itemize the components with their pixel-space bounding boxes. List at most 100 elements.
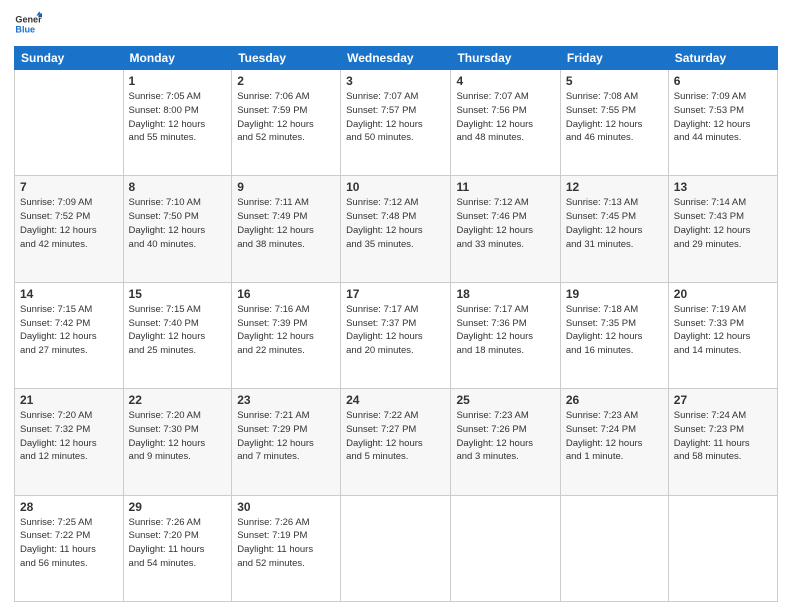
day-number: 26: [566, 393, 663, 407]
day-number: 7: [20, 180, 118, 194]
calendar: SundayMondayTuesdayWednesdayThursdayFrid…: [14, 46, 778, 602]
day-number: 5: [566, 74, 663, 88]
day-info: Sunrise: 7:07 AM Sunset: 7:56 PM Dayligh…: [456, 90, 554, 145]
calendar-cell: 12 Sunrise: 7:13 AM Sunset: 7:45 PM Dayli…: [560, 176, 668, 282]
day-number: 6: [674, 74, 772, 88]
day-number: 1: [129, 74, 227, 88]
day-number: 12: [566, 180, 663, 194]
calendar-cell: 22Sunrise: 7:20 AM Sunset: 7:30 PM Dayli…: [123, 389, 232, 495]
day-info: Sunrise: 7:22 AM Sunset: 7:27 PM Dayligh…: [346, 409, 445, 464]
calendar-week-5: 28 Sunrise: 7:25 AM Sunset: 7:22 PM Dayli…: [15, 495, 778, 601]
day-info: Sunrise: 7:19 AM Sunset: 7:33 PM Dayligh…: [674, 303, 772, 358]
day-info: Sunrise: 7:05 AM Sunset: 8:00 PM Dayligh…: [129, 90, 227, 145]
calendar-cell: 13 Sunrise: 7:14 AM Sunset: 7:43 PM Dayli…: [668, 176, 777, 282]
day-number: 23: [237, 393, 335, 407]
day-number: 21: [20, 393, 118, 407]
calendar-cell: 14Sunrise: 7:15 AM Sunset: 7:42 PM Dayli…: [15, 282, 124, 388]
day-info: Sunrise: 7:24 AM Sunset: 7:23 PM Dayligh…: [674, 409, 772, 464]
calendar-cell: [341, 495, 451, 601]
calendar-cell: 27Sunrise: 7:24 AM Sunset: 7:23 PM Dayli…: [668, 389, 777, 495]
day-number: 3: [346, 74, 445, 88]
day-info: Sunrise: 7:13 AM Sunset: 7:45 PM Dayligh…: [566, 196, 663, 251]
day-info: Sunrise: 7:26 AM Sunset: 7:20 PM Dayligh…: [129, 516, 227, 571]
day-number: 15: [129, 287, 227, 301]
calendar-cell: 9 Sunrise: 7:11 AM Sunset: 7:49 PM Daylig…: [232, 176, 341, 282]
day-number: 24: [346, 393, 445, 407]
day-info: Sunrise: 7:11 AM Sunset: 7:49 PM Dayligh…: [237, 196, 335, 251]
weekday-header-monday: Monday: [123, 47, 232, 70]
calendar-cell: 2Sunrise: 7:06 AM Sunset: 7:59 PM Daylig…: [232, 70, 341, 176]
day-info: Sunrise: 7:12 AM Sunset: 7:48 PM Dayligh…: [346, 196, 445, 251]
day-number: 29: [129, 500, 227, 514]
day-number: 25: [456, 393, 554, 407]
calendar-cell: 23 Sunrise: 7:21 AM Sunset: 7:29 PM Dayli…: [232, 389, 341, 495]
calendar-week-2: 7 Sunrise: 7:09 AM Sunset: 7:52 PM Daylig…: [15, 176, 778, 282]
day-info: Sunrise: 7:14 AM Sunset: 7:43 PM Dayligh…: [674, 196, 772, 251]
calendar-cell: 10 Sunrise: 7:12 AM Sunset: 7:48 PM Dayli…: [341, 176, 451, 282]
day-number: 19: [566, 287, 663, 301]
calendar-cell: 15 Sunrise: 7:15 AM Sunset: 7:40 PM Dayli…: [123, 282, 232, 388]
page: General Blue SundayMondayTuesdayWednesda…: [0, 0, 792, 612]
calendar-cell: 1 Sunrise: 7:05 AM Sunset: 8:00 PM Daylig…: [123, 70, 232, 176]
calendar-cell: 5 Sunrise: 7:08 AM Sunset: 7:55 PM Daylig…: [560, 70, 668, 176]
day-number: 18: [456, 287, 554, 301]
calendar-cell: 24 Sunrise: 7:22 AM Sunset: 7:27 PM Dayli…: [341, 389, 451, 495]
day-info: Sunrise: 7:20 AM Sunset: 7:32 PM Dayligh…: [20, 409, 118, 464]
calendar-week-1: 1 Sunrise: 7:05 AM Sunset: 8:00 PM Daylig…: [15, 70, 778, 176]
calendar-week-4: 21 Sunrise: 7:20 AM Sunset: 7:32 PM Dayli…: [15, 389, 778, 495]
calendar-cell: 16 Sunrise: 7:16 AM Sunset: 7:39 PM Dayli…: [232, 282, 341, 388]
day-info: Sunrise: 7:25 AM Sunset: 7:22 PM Dayligh…: [20, 516, 118, 571]
calendar-cell: [451, 495, 560, 601]
day-info: Sunrise: 7:15 AM Sunset: 7:40 PM Dayligh…: [129, 303, 227, 358]
header: General Blue: [14, 10, 778, 38]
day-info: Sunrise: 7:26 AM Sunset: 7:19 PM Dayligh…: [237, 516, 335, 571]
day-info: Sunrise: 7:09 AM Sunset: 7:53 PM Dayligh…: [674, 90, 772, 145]
calendar-cell: [560, 495, 668, 601]
day-number: 28: [20, 500, 118, 514]
calendar-cell: 7 Sunrise: 7:09 AM Sunset: 7:52 PM Daylig…: [15, 176, 124, 282]
day-info: Sunrise: 7:23 AM Sunset: 7:26 PM Dayligh…: [456, 409, 554, 464]
day-number: 8: [129, 180, 227, 194]
day-number: 9: [237, 180, 335, 194]
calendar-week-3: 14Sunrise: 7:15 AM Sunset: 7:42 PM Dayli…: [15, 282, 778, 388]
day-number: 17: [346, 287, 445, 301]
day-info: Sunrise: 7:10 AM Sunset: 7:50 PM Dayligh…: [129, 196, 227, 251]
calendar-cell: 20 Sunrise: 7:19 AM Sunset: 7:33 PM Dayli…: [668, 282, 777, 388]
weekday-header-sunday: Sunday: [15, 47, 124, 70]
calendar-cell: 11 Sunrise: 7:12 AM Sunset: 7:46 PM Dayli…: [451, 176, 560, 282]
day-number: 10: [346, 180, 445, 194]
day-info: Sunrise: 7:16 AM Sunset: 7:39 PM Dayligh…: [237, 303, 335, 358]
logo-icon: General Blue: [14, 10, 42, 38]
day-number: 22: [129, 393, 227, 407]
logo: General Blue: [14, 10, 46, 38]
calendar-cell: 26 Sunrise: 7:23 AM Sunset: 7:24 PM Dayli…: [560, 389, 668, 495]
calendar-cell: 17 Sunrise: 7:17 AM Sunset: 7:37 PM Dayli…: [341, 282, 451, 388]
calendar-cell: 4Sunrise: 7:07 AM Sunset: 7:56 PM Daylig…: [451, 70, 560, 176]
calendar-cell: 19Sunrise: 7:18 AM Sunset: 7:35 PM Dayli…: [560, 282, 668, 388]
day-info: Sunrise: 7:17 AM Sunset: 7:37 PM Dayligh…: [346, 303, 445, 358]
weekday-header-tuesday: Tuesday: [232, 47, 341, 70]
calendar-cell: [15, 70, 124, 176]
day-info: Sunrise: 7:12 AM Sunset: 7:46 PM Dayligh…: [456, 196, 554, 251]
day-number: 13: [674, 180, 772, 194]
day-number: 30: [237, 500, 335, 514]
calendar-cell: 30 Sunrise: 7:26 AM Sunset: 7:19 PM Dayli…: [232, 495, 341, 601]
day-number: 11: [456, 180, 554, 194]
day-info: Sunrise: 7:15 AM Sunset: 7:42 PM Dayligh…: [20, 303, 118, 358]
weekday-header-thursday: Thursday: [451, 47, 560, 70]
calendar-cell: 6 Sunrise: 7:09 AM Sunset: 7:53 PM Daylig…: [668, 70, 777, 176]
day-number: 20: [674, 287, 772, 301]
day-info: Sunrise: 7:23 AM Sunset: 7:24 PM Dayligh…: [566, 409, 663, 464]
day-number: 2: [237, 74, 335, 88]
day-info: Sunrise: 7:08 AM Sunset: 7:55 PM Dayligh…: [566, 90, 663, 145]
weekday-header-friday: Friday: [560, 47, 668, 70]
day-info: Sunrise: 7:21 AM Sunset: 7:29 PM Dayligh…: [237, 409, 335, 464]
svg-text:General: General: [15, 15, 42, 25]
day-number: 16: [237, 287, 335, 301]
calendar-cell: 21 Sunrise: 7:20 AM Sunset: 7:32 PM Dayli…: [15, 389, 124, 495]
day-info: Sunrise: 7:09 AM Sunset: 7:52 PM Dayligh…: [20, 196, 118, 251]
day-info: Sunrise: 7:17 AM Sunset: 7:36 PM Dayligh…: [456, 303, 554, 358]
calendar-cell: 25 Sunrise: 7:23 AM Sunset: 7:26 PM Dayli…: [451, 389, 560, 495]
weekday-header-wednesday: Wednesday: [341, 47, 451, 70]
svg-text:Blue: Blue: [15, 24, 35, 34]
